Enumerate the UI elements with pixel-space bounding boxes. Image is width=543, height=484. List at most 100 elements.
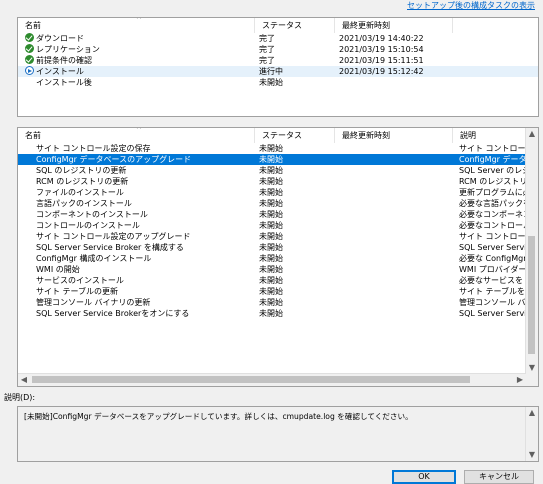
stage-time (339, 77, 451, 88)
header-description[interactable]: 説明 (453, 128, 528, 143)
stage-row[interactable]: 前提条件の確認 完了 2021/03/19 15:11:51 (18, 55, 538, 66)
task-status: 未開始 (259, 298, 283, 307)
stage-time: 2021/03/19 15:11:51 (339, 56, 424, 65)
task-list-header: 名前 ^ ステータス 最終更新時刻 説明 (18, 128, 538, 143)
task-row[interactable]: SQL Server Service Broker を構成する 未開始 SQL Se… (18, 242, 527, 253)
task-status: 未開始 (259, 155, 283, 164)
task-name: RCM のレジストリの更新 (36, 177, 129, 186)
description-box[interactable]: [未開始]ConfigMgr データベースをアップグレードしています。詳しくは、… (17, 406, 539, 462)
stage-name-text: インストール後 (36, 78, 92, 87)
task-name: 言語パックのインストール (36, 199, 132, 208)
header-last-updated[interactable]: 最終更新時刻 (335, 128, 453, 143)
sort-caret-icon: ^ (136, 17, 142, 24)
scroll-right-icon[interactable]: ▶ (514, 374, 526, 386)
task-desc: サイト コントロール設定 (459, 232, 527, 241)
task-desc: ConfigMgr データベース (459, 155, 527, 164)
scroll-down-icon[interactable]: ▼ (526, 362, 538, 374)
task-row[interactable]: サイト テーブルの更新 未開始 サイト テーブルを更新 (18, 286, 527, 297)
task-row[interactable]: SQL のレジストリの更新 未開始 SQL Server のレジストリ (18, 165, 527, 176)
scrollbar-corner (526, 374, 538, 386)
scroll-down-icon[interactable]: ▼ (526, 449, 538, 461)
description-label: 説明(D): (4, 393, 36, 402)
post-setup-tasks-link[interactable]: セットアップ後の構成タスクの表示 (407, 0, 535, 12)
task-desc: サイト テーブルを更新 (459, 287, 527, 296)
vertical-scroll-thumb[interactable] (528, 236, 535, 354)
task-time (339, 253, 451, 264)
header-status[interactable]: ステータス (255, 18, 335, 33)
task-status: 未開始 (259, 166, 283, 175)
task-row[interactable]: コンポーネントのインストール 未開始 必要なコンポーネント (18, 209, 527, 220)
task-desc: 必要な ConfigMgr 構成 (459, 254, 527, 263)
task-time (339, 209, 451, 220)
scroll-up-icon[interactable]: ▲ (526, 407, 538, 419)
task-name: コントロールのインストール (36, 221, 140, 230)
task-desc: 必要なコンポーネント (459, 210, 527, 219)
stage-name-text: レプリケーション (36, 45, 100, 54)
task-time (339, 165, 451, 176)
stage-time: 2021/03/19 15:10:54 (339, 45, 424, 54)
task-status: 未開始 (259, 177, 283, 186)
task-row[interactable]: ConfigMgr データベースのアップグレード 未開始 ConfigMgr データ… (18, 154, 527, 165)
task-name: サイト テーブルの更新 (36, 287, 119, 296)
description-scrollbar[interactable]: ▲ ▼ (525, 407, 538, 461)
task-row[interactable]: ファイルのインストール 未開始 更新プログラムに必要な (18, 187, 527, 198)
task-row[interactable]: サイト コントロール設定のアップグレード 未開始 サイト コントロール設定 (18, 231, 527, 242)
task-row[interactable]: SQL Server Service Brokerをオンにする 未開始 SQL Se… (18, 308, 527, 319)
task-status: 未開始 (259, 210, 283, 219)
task-list: 名前 ^ ステータス 最終更新時刻 説明 サイト コントロール設定の保存 未開始サ… (17, 127, 539, 387)
stage-row[interactable]: インストール 進行中 2021/03/19 15:12:42 (18, 66, 538, 77)
task-list-vertical-scrollbar[interactable]: ▲ ▼ (525, 128, 538, 374)
task-row[interactable]: 言語パックのインストール 未開始 必要な言語パックを (18, 198, 527, 209)
task-row[interactable]: サイト コントロール設定の保存 未開始 サイト コントロール設定 (18, 143, 527, 154)
task-time (339, 154, 451, 165)
task-row[interactable]: コントロールのインストール 未開始 必要なコントロール (18, 220, 527, 231)
header-last-updated[interactable]: 最終更新時刻 (335, 18, 453, 33)
task-status: 未開始 (259, 309, 283, 318)
task-row[interactable]: WMI の開始 未開始 WMI プロバイダーを (18, 264, 527, 275)
task-desc: 管理コンソール バイナリ (459, 298, 527, 307)
task-row[interactable]: RCM のレジストリの更新 未開始 RCM のレジストリを更新 (18, 176, 527, 187)
task-status: 未開始 (259, 232, 283, 241)
task-list-horizontal-scrollbar[interactable]: ◀ ▶ (18, 373, 526, 386)
task-desc: SQL Server Service (459, 243, 527, 252)
stage-name-text: インストール (36, 67, 84, 76)
scroll-left-icon[interactable]: ◀ (18, 374, 30, 386)
header-status[interactable]: ステータス (255, 128, 335, 143)
task-row[interactable]: サービスのインストール 未開始 必要なサービスを (18, 275, 526, 286)
stage-row[interactable]: インストール後 未開始 (18, 77, 538, 88)
task-time (339, 143, 451, 154)
task-row[interactable]: ConfigMgr 構成のインストール 未開始 必要な ConfigMgr 構成 (18, 253, 527, 264)
stage-name-text: 前提条件の確認 (36, 56, 92, 65)
task-name: 管理コンソール バイナリの更新 (36, 298, 151, 307)
task-row[interactable]: 管理コンソール バイナリの更新 未開始 管理コンソール バイナリ (18, 297, 527, 308)
horizontal-scroll-thumb[interactable] (32, 376, 470, 383)
stage-status: 完了 (259, 56, 275, 65)
stage-row[interactable]: ダウンロード 完了 2021/03/19 14:40:22 (18, 33, 538, 44)
task-time (339, 176, 451, 187)
task-status: 未開始 (259, 287, 283, 296)
task-time (339, 275, 451, 286)
scroll-up-icon[interactable]: ▲ (526, 128, 538, 140)
stage-name: レプリケーション (25, 44, 253, 55)
task-name: ConfigMgr 構成のインストール (36, 254, 152, 263)
stage-row[interactable]: レプリケーション 完了 2021/03/19 15:10:54 (18, 44, 538, 55)
sort-caret-icon: ^ (136, 127, 142, 134)
stage-name: インストール (25, 66, 253, 77)
stage-status: 完了 (259, 45, 275, 54)
task-desc: WMI プロバイダーを (459, 265, 527, 274)
completed-check-icon (25, 55, 34, 64)
task-name: SQL のレジストリの更新 (36, 166, 127, 175)
task-desc: 更新プログラムに必要な (459, 188, 527, 197)
stage-time: 2021/03/19 15:12:42 (339, 67, 424, 76)
task-status: 未開始 (259, 221, 283, 230)
task-status: 未開始 (259, 265, 283, 274)
task-time (339, 286, 451, 297)
task-time (339, 198, 451, 209)
stage-name: インストール後 (36, 77, 264, 88)
task-time (339, 308, 451, 319)
task-status: 未開始 (259, 276, 283, 285)
task-desc: 必要なサービスを (459, 276, 523, 285)
stage-name-text: ダウンロード (36, 34, 84, 43)
stage-list-header: 名前 ^ ステータス 最終更新時刻 (18, 18, 538, 33)
task-status: 未開始 (259, 188, 283, 197)
